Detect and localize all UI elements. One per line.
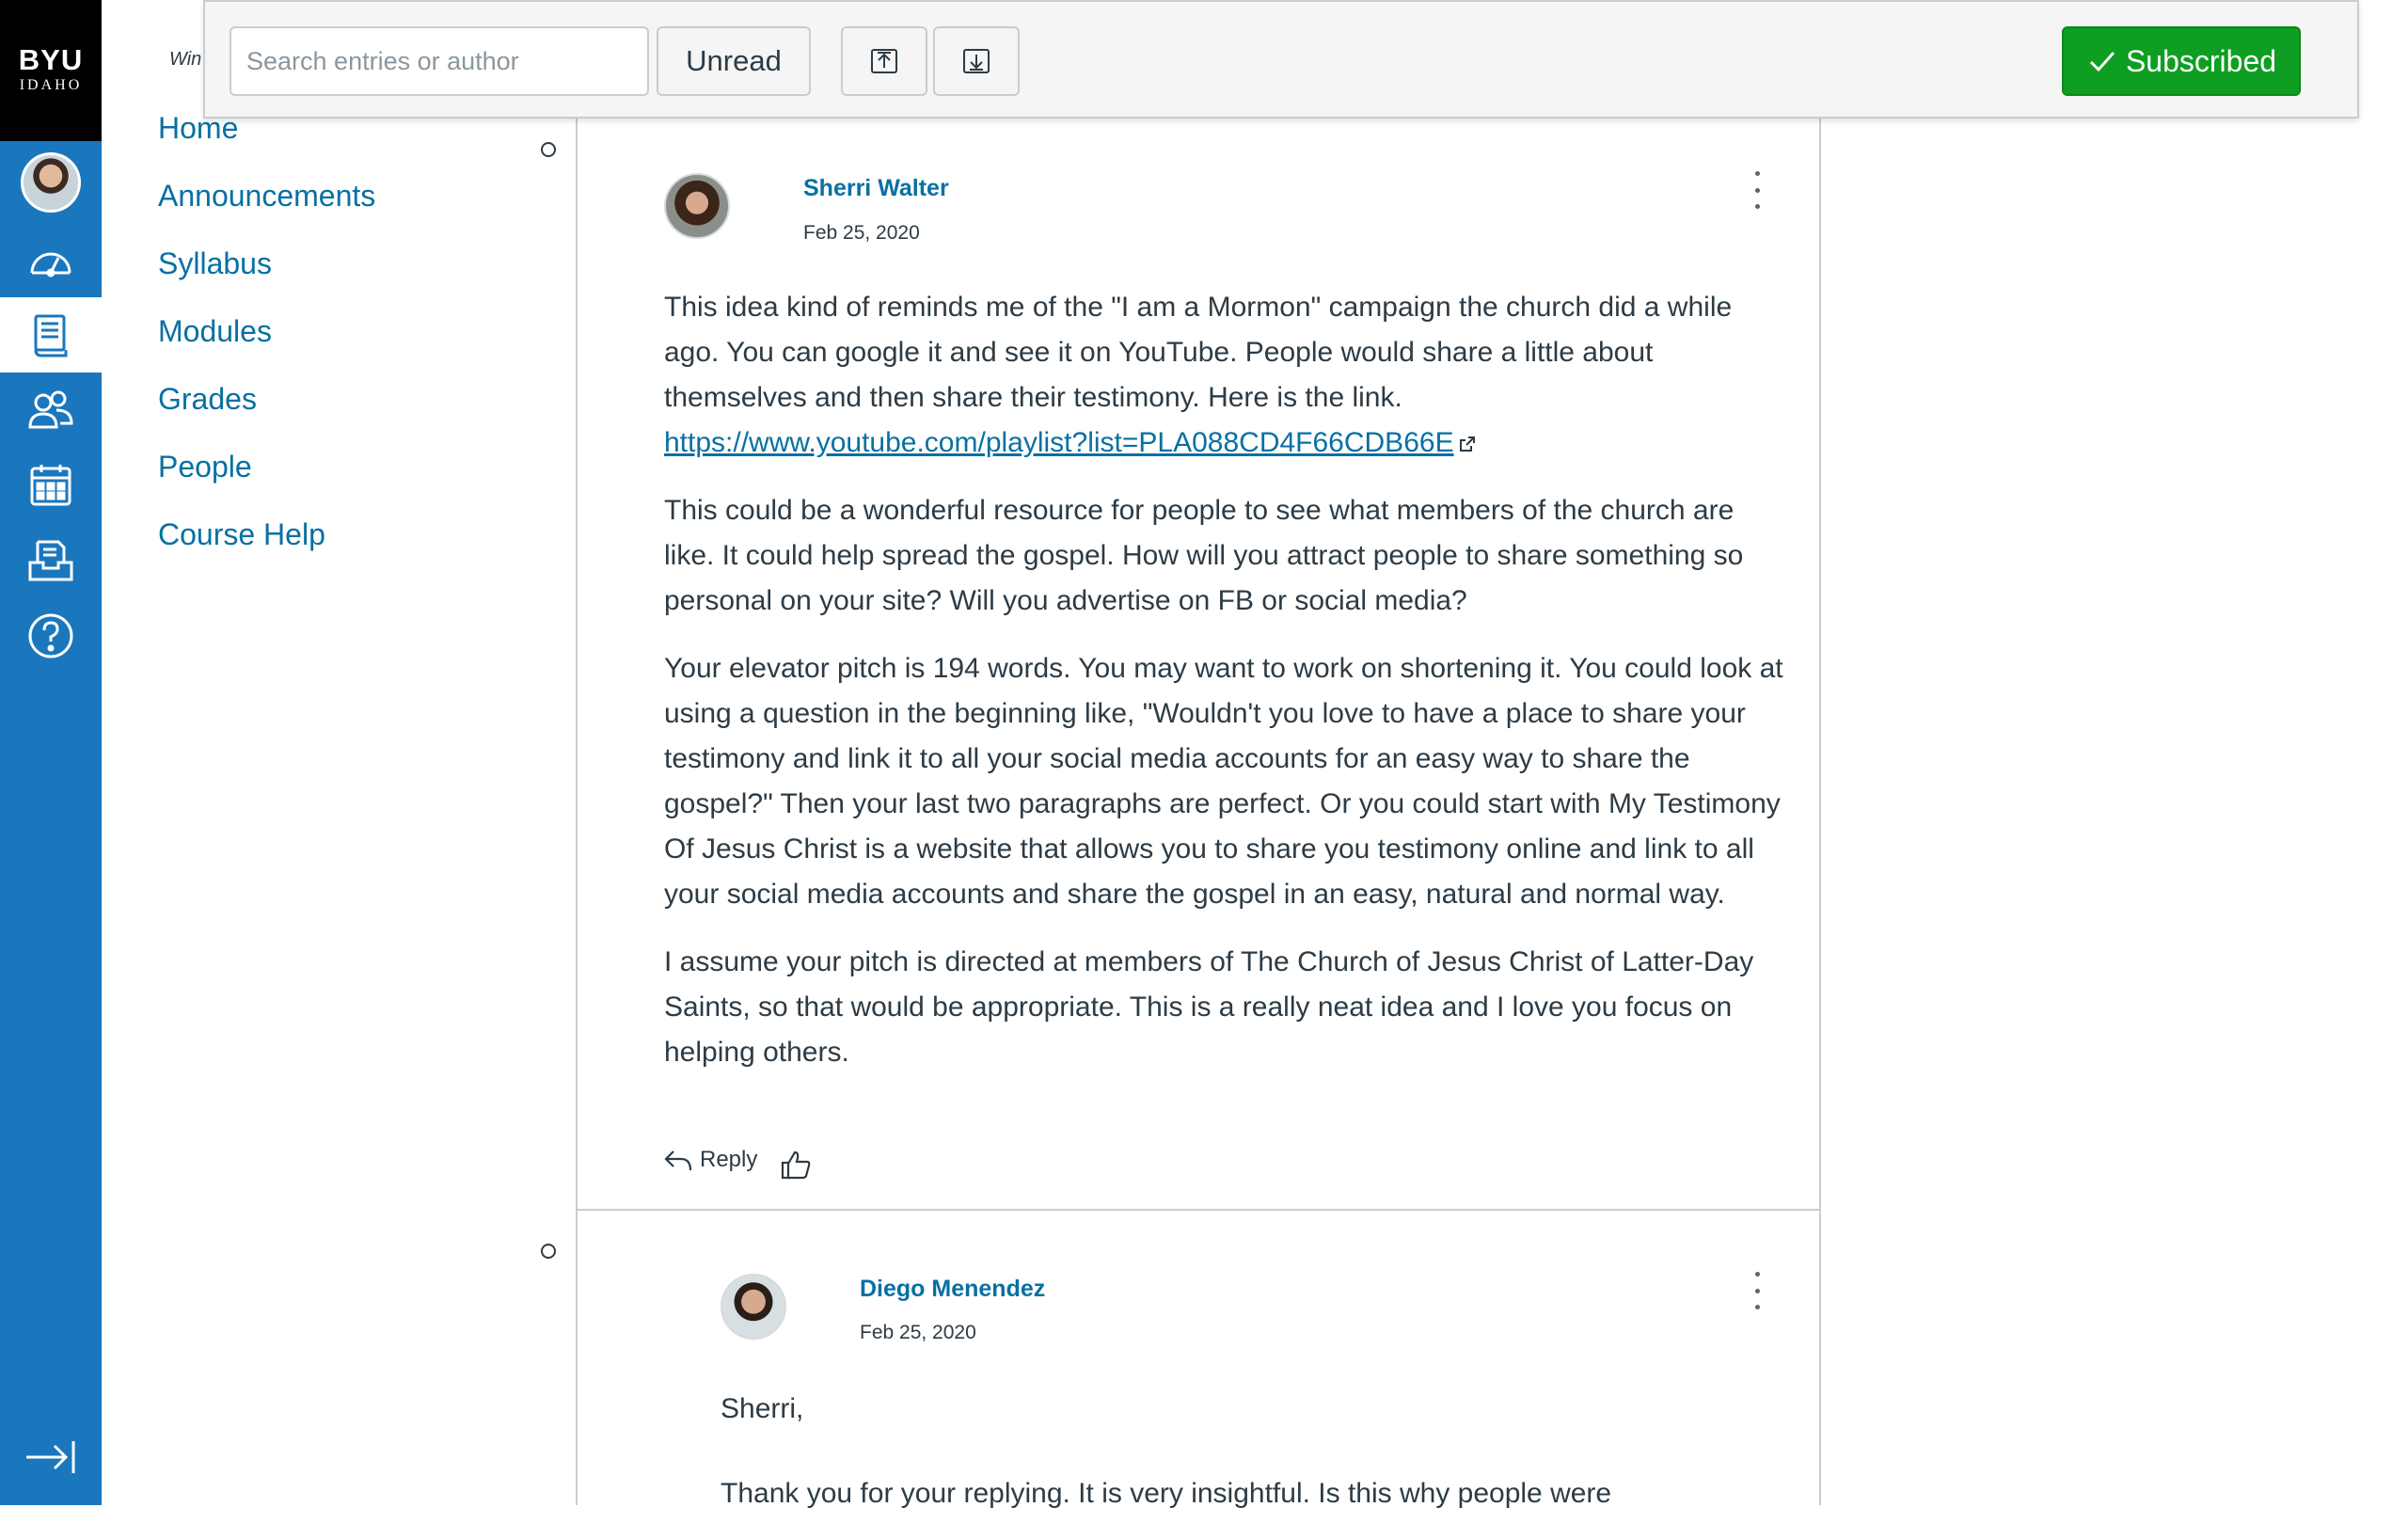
author-avatar[interactable] [721,1274,786,1340]
like-icon[interactable] [779,1148,813,1182]
expand-threads-button[interactable] [933,26,1020,96]
reply-icon [664,1150,692,1171]
course-nav-syllabus[interactable]: Syllabus [158,246,272,281]
help-nav-item[interactable] [0,598,102,674]
collapse-nav-icon[interactable] [21,1434,81,1481]
dashboard-nav-item[interactable] [0,226,102,301]
calendar-nav-item[interactable] [0,448,102,523]
entry-body: This idea kind of reminds me of the "I a… [664,285,1789,1098]
collapse-threads-icon [871,49,897,73]
entry-date: Feb 25, 2020 [860,1322,976,1343]
inbox-nav-item[interactable] [0,523,102,598]
search-input[interactable] [230,26,649,96]
groups-icon [28,390,73,429]
paragraph-text: This idea kind of reminds me of the "I a… [664,292,1733,413]
help-icon [28,613,73,658]
account-nav-item[interactable] [0,145,102,220]
course-nav-announcements[interactable]: Announcements [158,179,375,214]
entry-divider [576,1209,1821,1211]
institution-logo[interactable]: BYU IDAHO [0,0,102,141]
course-nav-course-help[interactable]: Course Help [158,517,325,552]
author-avatar[interactable] [664,173,730,239]
entry-date: Feb 25, 2020 [803,222,920,244]
checkmark-icon [2089,52,2115,72]
entry-paragraph: This could be a wonderful resource for p… [664,495,1744,616]
entry-body: Sherri, Thank you for your replying. It … [721,1387,1783,1539]
discussion-toolbar: Unread Subscribed [203,0,2359,119]
entry-paragraph: Your elevator pitch is 194 words. You ma… [664,653,1783,910]
inbox-icon [28,540,73,581]
external-link-icon [1459,436,1475,452]
expand-threads-icon [963,49,990,73]
entry-paragraph: This idea kind of reminds me of the "I a… [664,285,1789,466]
subscribed-label: Subscribed [2125,43,2277,78]
entry-paragraph: I assume your pitch is directed at membe… [664,946,1754,1068]
logo-line1: BYU [18,43,84,76]
youtube-link[interactable]: https://www.youtube.com/playlist?list=PL… [664,427,1454,458]
logo-line2: IDAHO [19,77,83,93]
breadcrumb-fragment[interactable]: Win [169,49,201,71]
entry-paragraph: Thank you for your replying. It is very … [721,1478,1612,1509]
reply-button[interactable]: Reply [662,1144,757,1176]
reply-label: Reply [700,1147,758,1172]
courses-nav-item[interactable] [0,297,102,373]
courses-icon [34,314,68,357]
account-avatar [21,152,81,213]
course-nav-people[interactable]: People [158,450,252,484]
global-nav: BYU IDAHO [0,0,102,1505]
read-status-indicator[interactable] [541,142,556,157]
entry-paragraph: Sherri, [721,1393,804,1424]
entry-author[interactable]: Diego Menendez [860,1276,1045,1303]
entry-options-icon[interactable] [1751,171,1763,209]
entry-options-icon[interactable] [1751,1272,1763,1309]
collapse-threads-button[interactable] [841,26,927,96]
entry-author[interactable]: Sherri Walter [803,175,949,202]
subscribed-button[interactable]: Subscribed [2062,26,2301,96]
course-nav-modules[interactable]: Modules [158,314,272,349]
calendar-icon [30,465,71,506]
read-status-indicator[interactable] [541,1244,556,1259]
groups-nav-item[interactable] [0,373,102,448]
dashboard-icon [30,252,71,278]
unread-filter-button[interactable]: Unread [657,26,811,96]
course-nav-grades[interactable]: Grades [158,382,257,417]
